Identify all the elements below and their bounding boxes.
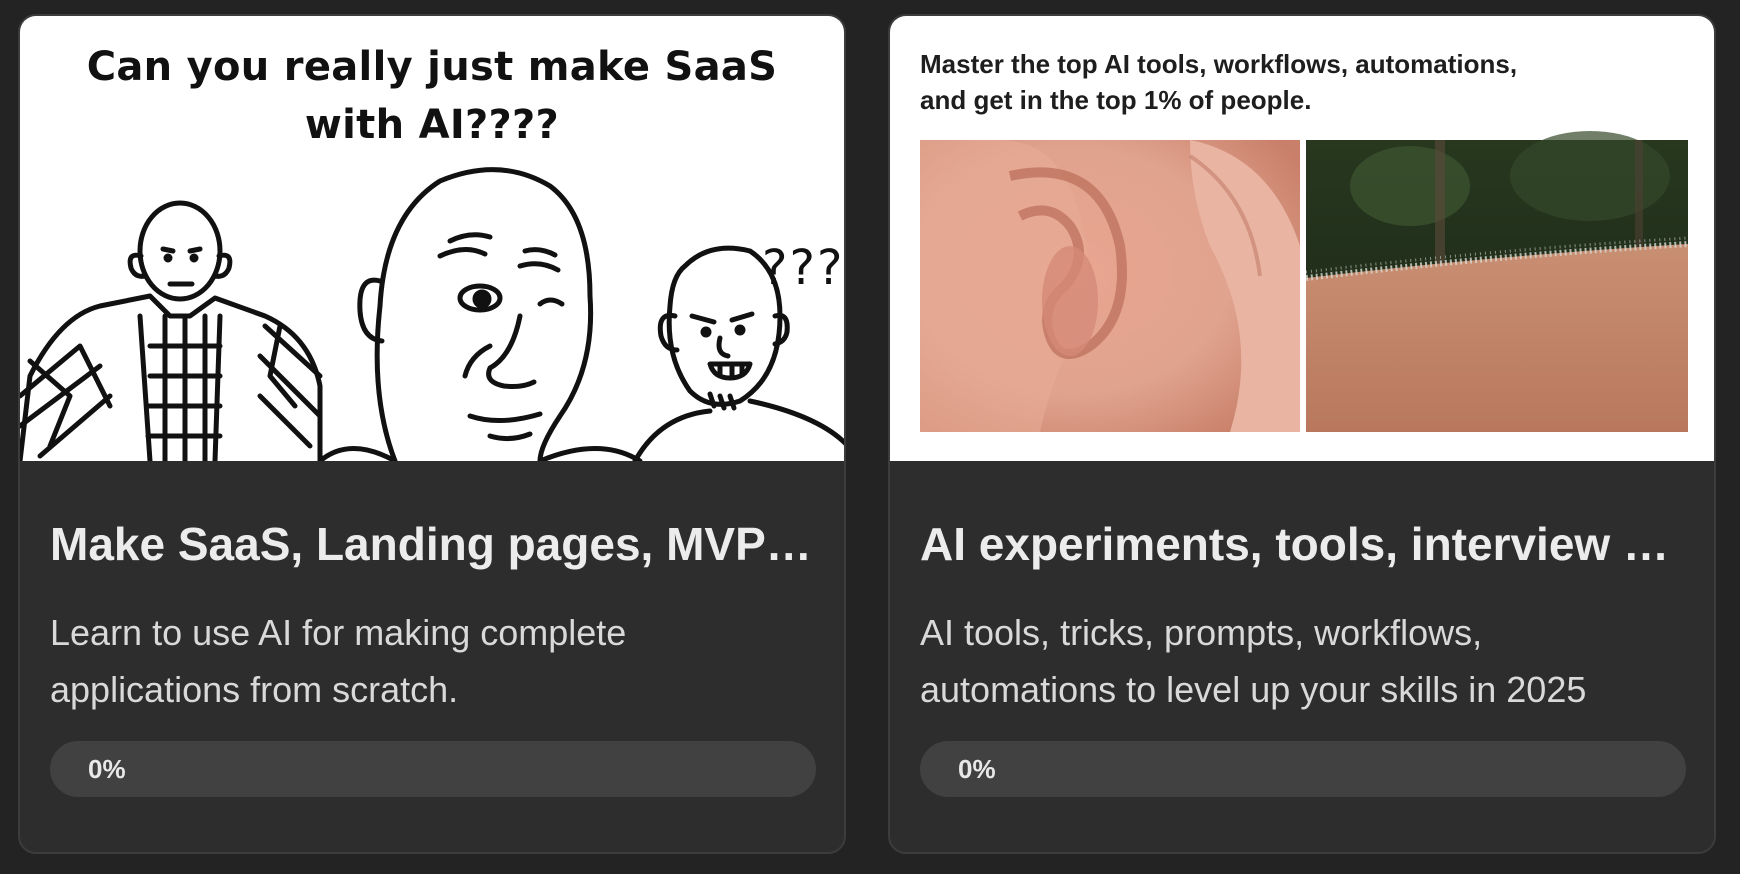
progress-bar: 0% [920, 741, 1686, 797]
course-title[interactable]: AI experiments, tools, interview prep [920, 516, 1686, 572]
progress-bar: 0% [50, 741, 816, 797]
course-title[interactable]: Make SaaS, Landing pages, MVPs with AI [50, 516, 816, 572]
progress-label: 0% [88, 754, 126, 784]
course-description: AI tools, tricks, prompts, workflows, au… [920, 612, 1587, 710]
course-description: Learn to use AI for making complete appl… [50, 612, 627, 710]
course-card-saas[interactable]: Can you really just make SaaS with AI???… [18, 14, 846, 854]
question-marks: ??? [762, 240, 844, 296]
progress-label: 0% [958, 754, 996, 784]
ear-and-goosebumps-photo-icon [920, 131, 1689, 432]
course-card-ai-experiments[interactable]: Master the top AI tools, workflows, auto… [888, 14, 1716, 854]
course-thumbnail[interactable]: Master the top AI tools, workflows, auto… [890, 16, 1714, 461]
meme-illustration-icon [20, 167, 844, 461]
course-thumbnail[interactable]: Can you really just make SaaS with AI???… [20, 16, 844, 461]
